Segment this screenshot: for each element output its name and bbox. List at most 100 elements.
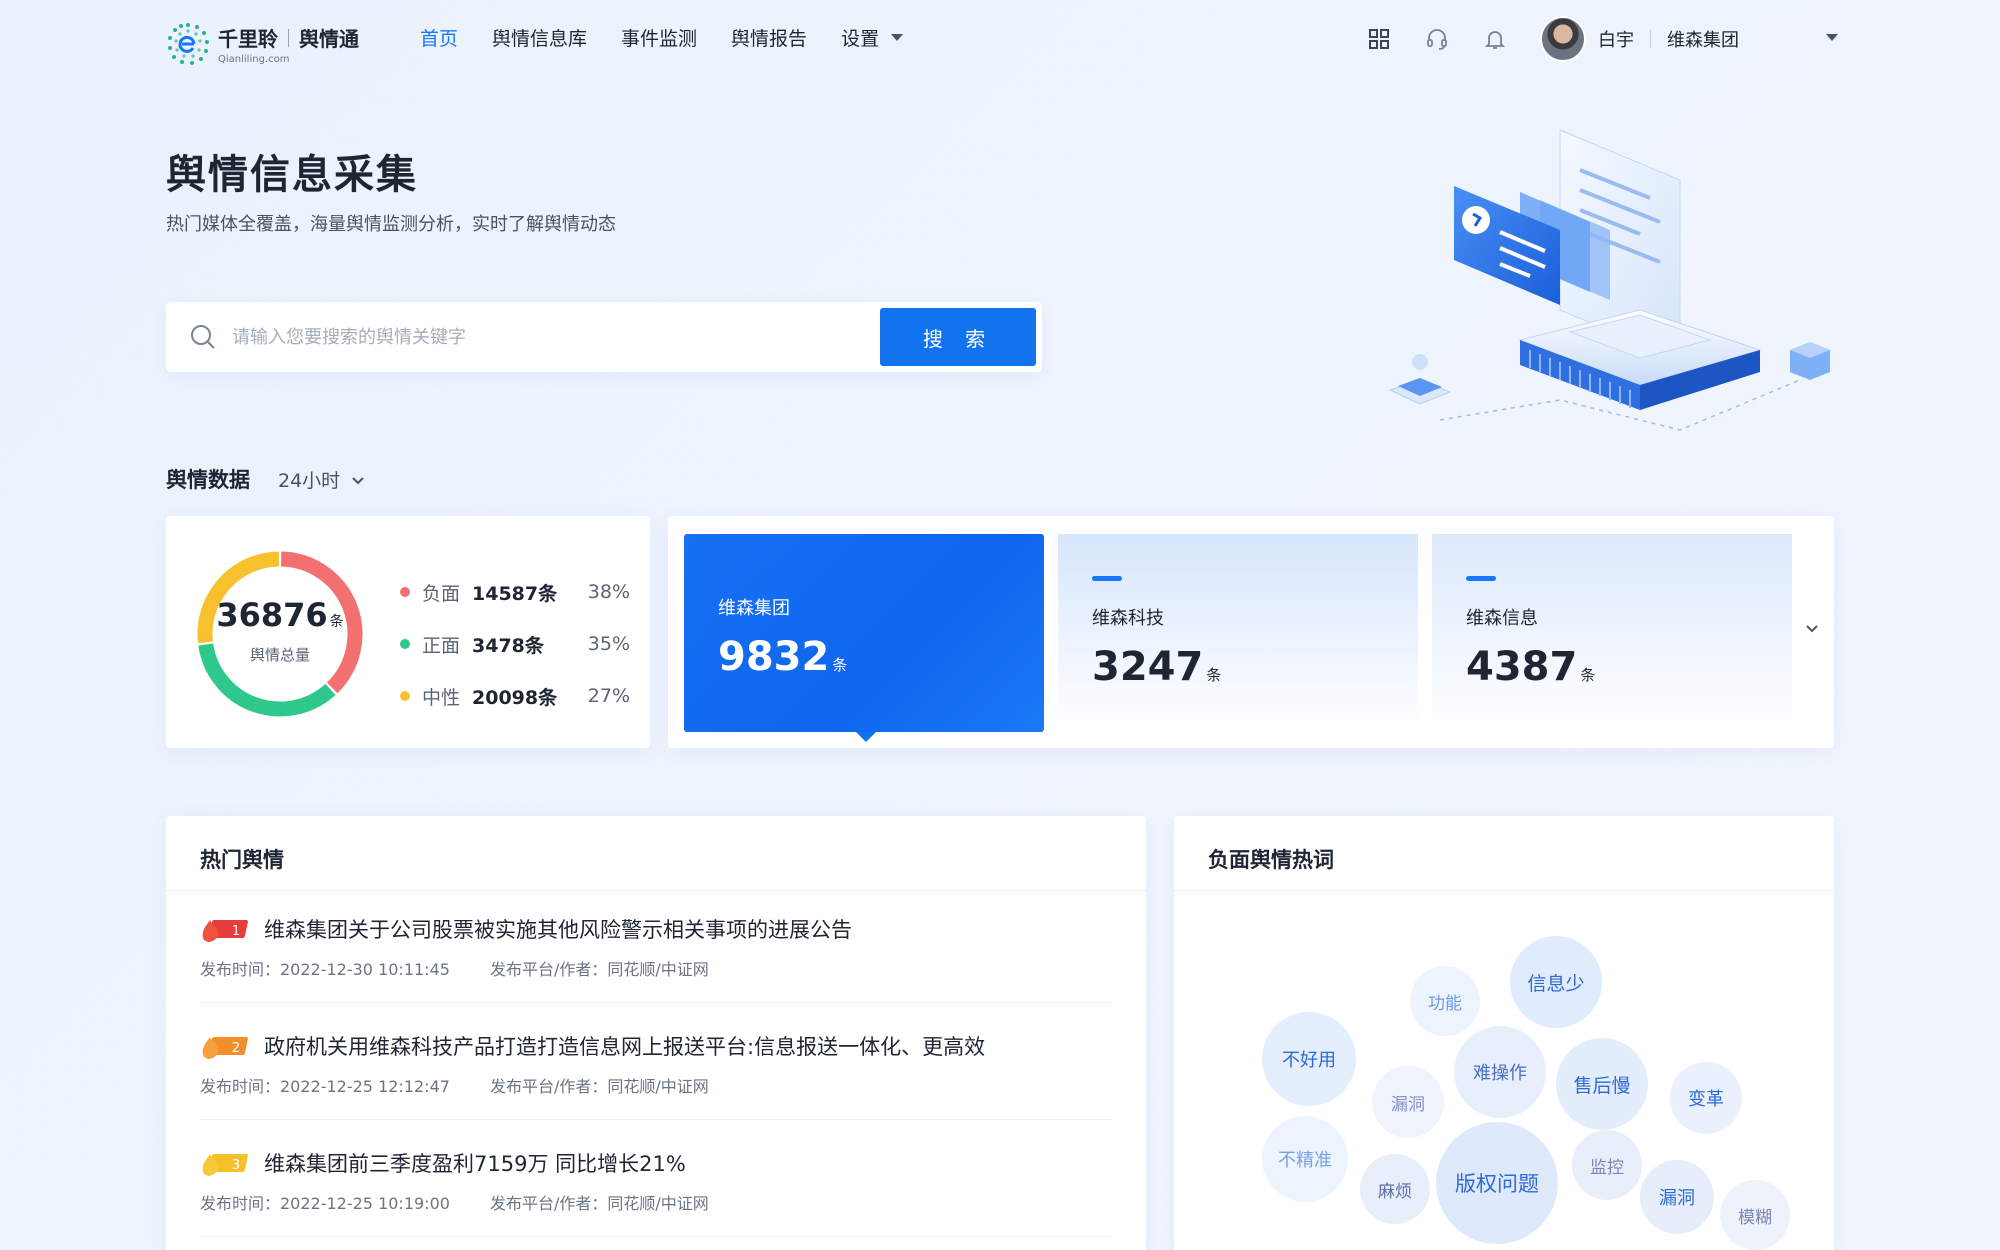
news-time: 发布时间：2022-12-30 10:11:45 — [200, 960, 450, 979]
chevron-down-icon[interactable] — [1800, 616, 1824, 640]
news-meta: 发布时间：2022-12-25 10:19:00 发布平台/作者：同花顺/中证网 — [200, 1190, 709, 1214]
keyword-bubble[interactable]: 模糊 — [1720, 1180, 1790, 1250]
keyword-bubble[interactable]: 版权问题 — [1436, 1122, 1558, 1244]
main-nav: 首页 舆情信息库 事件监测 舆情报告 设置 — [420, 24, 937, 51]
news-time: 发布时间：2022-12-25 12:12:47 — [200, 1077, 450, 1096]
company-tile-selected[interactable]: 维森集团 9832 条 — [684, 534, 1044, 742]
page-subtitle: 热门媒体全覆盖，海量舆情监测分析，实时了解舆情动态 — [166, 214, 616, 235]
rank-flame-icon: 2 — [202, 1037, 248, 1059]
apps-grid-icon[interactable] — [1364, 24, 1394, 54]
negative-dot — [400, 587, 410, 597]
news-source: 发布平台/作者：同花顺/中证网 — [489, 1077, 709, 1096]
keyword-bubble[interactable]: 难操作 — [1454, 1026, 1546, 1118]
time-range-value: 24小时 — [278, 470, 341, 492]
company-count-value: 9832 — [718, 634, 830, 680]
org-switcher[interactable]: 维森集团 — [1667, 26, 1739, 52]
keyword-text: 难操作 — [1473, 1063, 1527, 1084]
rank-number: 3 — [232, 1158, 240, 1173]
time-range-select[interactable]: 24小时 — [278, 466, 366, 493]
company-count-value: 4387 — [1466, 644, 1578, 690]
keyword-bubble[interactable]: 变革 — [1670, 1062, 1742, 1134]
keyword-text: 不精准 — [1278, 1150, 1332, 1171]
company-count-unit: 条 — [832, 656, 848, 674]
keyword-bubble[interactable]: 售后慢 — [1556, 1038, 1648, 1130]
server-illustration-icon — [1388, 129, 1830, 431]
keyword-bubble[interactable]: 监控 — [1572, 1130, 1642, 1200]
bell-icon[interactable] — [1480, 24, 1510, 54]
company-count-unit: 条 — [1206, 666, 1222, 684]
news-title-link[interactable]: 维森集团前三季度盈利7159万 同比增长21% — [264, 1148, 686, 1178]
caret-down-icon — [891, 34, 904, 41]
keyword-text: 漏洞 — [1659, 1188, 1695, 1209]
negative-keywords-panel: 负面舆情热词 信息少 功能 不好用 难操作 漏洞 售后慢 变革 不精准 版权问题… — [1174, 816, 1834, 1250]
stats-section-title: 舆情数据 — [166, 468, 250, 492]
user-divider — [1650, 30, 1651, 48]
company-tile[interactable]: 维森信息 4387 条 — [1432, 534, 1792, 732]
rank-number: 1 — [232, 924, 240, 939]
news-title-link[interactable]: 维森集团关于公司股票被实施其他风险警示相关事项的进展公告 — [264, 914, 852, 944]
keyword-bubble[interactable]: 功能 — [1410, 966, 1480, 1036]
keyword-bubble[interactable]: 漏洞 — [1372, 1066, 1444, 1138]
news-time: 发布时间：2022-12-25 10:19:00 — [200, 1194, 450, 1213]
brand-domain: Qianliling.com — [218, 54, 290, 65]
search-button[interactable]: 搜 索 — [880, 308, 1036, 366]
org-dropdown-caret-icon[interactable] — [1826, 34, 1838, 41]
logo-mark-icon — [166, 22, 210, 66]
news-meta: 发布时间：2022-12-25 12:12:47 发布平台/作者：同花顺/中证网 — [200, 1073, 709, 1097]
news-source: 发布平台/作者：同花顺/中证网 — [489, 960, 709, 979]
legend-percent: 38% — [587, 581, 630, 603]
company-name: 维森集团 — [718, 598, 790, 619]
legend-count: 14587条 — [472, 582, 558, 605]
keyword-bubble[interactable]: 不好用 — [1262, 1012, 1356, 1106]
keyword-bubble[interactable]: 信息少 — [1510, 936, 1602, 1028]
keyword-text: 售后慢 — [1573, 1074, 1631, 1097]
legend-row-positive: 正面 3478条 35% — [400, 618, 630, 670]
keyword-text: 漏洞 — [1391, 1094, 1425, 1115]
keyword-text: 版权问题 — [1455, 1172, 1539, 1196]
keyword-text: 信息少 — [1527, 972, 1585, 995]
company-tile[interactable]: 维森科技 3247 条 — [1058, 534, 1418, 732]
keyword-text: 监控 — [1590, 1157, 1624, 1178]
nav-home[interactable]: 首页 — [420, 24, 458, 51]
company-count-unit: 条 — [1580, 666, 1596, 684]
legend-name: 正面 — [422, 634, 461, 657]
news-title-link[interactable]: 政府机关用维森科技产品打造打造信息网上报送平台:信息报送一体化、更高效 — [264, 1031, 985, 1061]
nav-reports[interactable]: 舆情报告 — [731, 24, 807, 51]
page-title: 舆情信息采集 — [166, 152, 418, 198]
keyword-bubble[interactable]: 麻烦 — [1360, 1154, 1430, 1224]
news-source: 发布平台/作者：同花顺/中证网 — [489, 1194, 709, 1213]
nav-settings[interactable]: 设置 — [841, 24, 904, 51]
neutral-dot — [400, 691, 410, 701]
legend-row-negative: 负面 14587条 38% — [400, 566, 630, 618]
nav-event-monitor[interactable]: 事件监测 — [621, 24, 697, 51]
avatar[interactable] — [1540, 16, 1586, 62]
total-count-value: 36876 — [216, 596, 328, 634]
divider — [200, 1236, 1112, 1237]
rank-flame-icon: 3 — [202, 1154, 248, 1176]
company-name: 维森科技 — [1092, 608, 1164, 629]
headset-icon[interactable] — [1422, 24, 1452, 54]
keyword-bubble[interactable]: 不精准 — [1262, 1116, 1348, 1202]
divider — [200, 1002, 1112, 1003]
legend-name: 负面 — [422, 582, 461, 605]
total-count-unit: 条 — [329, 614, 344, 630]
company-count: 9832 条 — [718, 634, 847, 680]
sentiment-summary-card: 36876 条 舆情总量 负面 14587条 38% 正面 3478条 35% 中… — [166, 516, 650, 748]
keyword-text: 麻烦 — [1378, 1181, 1412, 1202]
legend-count: 20098条 — [472, 686, 558, 709]
top-header: 千里聆 舆情通 Qianliling.com 首页 舆情信息库 事件监测 舆情报… — [0, 0, 2000, 78]
nav-info-library[interactable]: 舆情信息库 — [492, 24, 587, 51]
keyword-bubble[interactable]: 漏洞 — [1640, 1160, 1714, 1234]
company-count-value: 3247 — [1092, 644, 1204, 690]
user-menu[interactable]: 白宇 维森集团 — [1540, 16, 1739, 62]
nav-settings-label: 设置 — [841, 28, 880, 50]
sentiment-donut-chart — [197, 551, 363, 717]
rank-flame-icon: 1 — [202, 920, 248, 942]
search-input[interactable] — [232, 326, 872, 348]
total-count: 36876 条 — [196, 596, 364, 634]
logo[interactable]: 千里聆 舆情通 Qianliling.com — [166, 22, 359, 66]
keyword-text: 功能 — [1428, 993, 1462, 1014]
sentiment-legend: 负面 14587条 38% 正面 3478条 35% 中性 20098条 27% — [400, 566, 630, 722]
accent-bar — [1092, 576, 1122, 581]
brand-name: 千里聆 — [218, 27, 278, 51]
